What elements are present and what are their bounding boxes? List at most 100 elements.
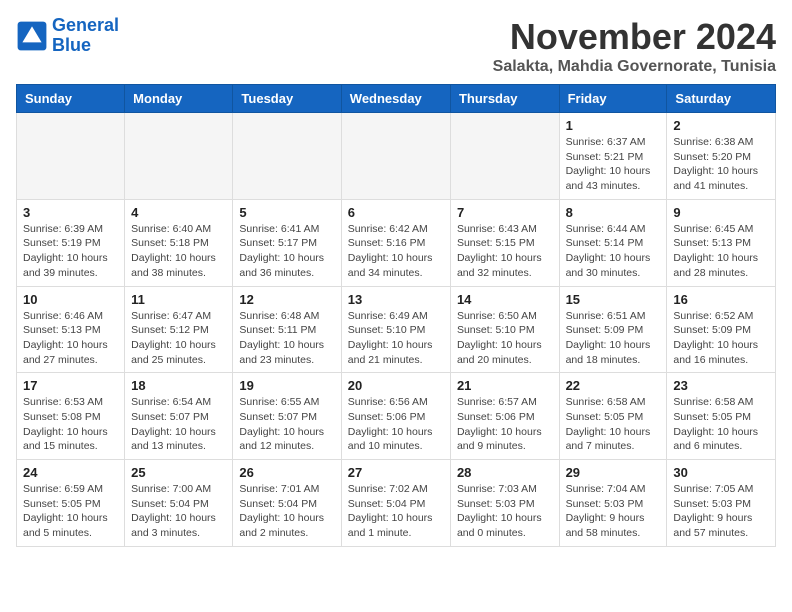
day-number: 7 <box>457 205 553 220</box>
day-number: 4 <box>131 205 226 220</box>
day-number: 10 <box>23 292 118 307</box>
week-row-5: 24Sunrise: 6:59 AM Sunset: 5:05 PM Dayli… <box>17 460 776 547</box>
day-number: 17 <box>23 378 118 393</box>
header-monday: Monday <box>125 85 233 113</box>
week-row-2: 3 Sunrise: 6:39 AM Sunset: 5:19 PM Daylig… <box>17 199 776 286</box>
day-detail: Sunrise: 6:39 AM Sunset: 5:19 PM Dayligh… <box>23 222 118 281</box>
day-number: 6 <box>348 205 444 220</box>
calendar-cell: 18 Sunrise: 6:54 AM Sunset: 5:07 PM Dayli… <box>125 373 233 460</box>
header-saturday: Saturday <box>667 85 776 113</box>
calendar-cell: 24Sunrise: 6:59 AM Sunset: 5:05 PM Dayli… <box>17 460 125 547</box>
day-number: 26 <box>239 465 334 480</box>
day-number: 3 <box>23 205 118 220</box>
day-detail: Sunrise: 6:57 AM Sunset: 5:06 PM Dayligh… <box>457 395 553 454</box>
day-detail: Sunrise: 6:41 AM Sunset: 5:17 PM Dayligh… <box>239 222 334 281</box>
logo-line1: General <box>52 15 119 35</box>
calendar-cell: 3 Sunrise: 6:39 AM Sunset: 5:19 PM Daylig… <box>17 199 125 286</box>
calendar-cell <box>125 113 233 200</box>
day-number: 19 <box>239 378 334 393</box>
calendar-cell: 10 Sunrise: 6:46 AM Sunset: 5:13 PM Dayli… <box>17 286 125 373</box>
day-detail: Sunrise: 6:58 AM Sunset: 5:05 PM Dayligh… <box>673 395 769 454</box>
day-number: 8 <box>566 205 661 220</box>
day-number: 28 <box>457 465 553 480</box>
day-detail: Sunrise: 6:43 AM Sunset: 5:15 PM Dayligh… <box>457 222 553 281</box>
calendar-cell: 20Sunrise: 6:56 AM Sunset: 5:06 PM Dayli… <box>341 373 450 460</box>
calendar-cell: 27 Sunrise: 7:02 AM Sunset: 5:04 PM Dayli… <box>341 460 450 547</box>
day-number: 5 <box>239 205 334 220</box>
day-number: 13 <box>348 292 444 307</box>
calendar-cell: 12 Sunrise: 6:48 AM Sunset: 5:11 PM Dayli… <box>233 286 341 373</box>
day-detail: Sunrise: 6:42 AM Sunset: 5:16 PM Dayligh… <box>348 222 444 281</box>
day-number: 12 <box>239 292 334 307</box>
calendar-cell: 25Sunrise: 7:00 AM Sunset: 5:04 PM Dayli… <box>125 460 233 547</box>
location-subtitle: Salakta, Mahdia Governorate, Tunisia <box>493 58 776 76</box>
day-detail: Sunrise: 6:40 AM Sunset: 5:18 PM Dayligh… <box>131 222 226 281</box>
day-detail: Sunrise: 6:58 AM Sunset: 5:05 PM Dayligh… <box>566 395 661 454</box>
day-detail: Sunrise: 7:04 AM Sunset: 5:03 PM Dayligh… <box>566 482 661 541</box>
day-detail: Sunrise: 6:45 AM Sunset: 5:13 PM Dayligh… <box>673 222 769 281</box>
calendar-cell: 22 Sunrise: 6:58 AM Sunset: 5:05 PM Dayli… <box>559 373 667 460</box>
day-detail: Sunrise: 6:52 AM Sunset: 5:09 PM Dayligh… <box>673 309 769 368</box>
calendar-cell: 2 Sunrise: 6:38 AM Sunset: 5:20 PM Daylig… <box>667 113 776 200</box>
day-number: 22 <box>566 378 661 393</box>
day-detail: Sunrise: 6:56 AM Sunset: 5:06 PM Dayligh… <box>348 395 444 454</box>
day-detail: Sunrise: 7:05 AM Sunset: 5:03 PM Dayligh… <box>673 482 769 541</box>
day-detail: Sunrise: 6:48 AM Sunset: 5:11 PM Dayligh… <box>239 309 334 368</box>
calendar-cell <box>233 113 341 200</box>
header-thursday: Thursday <box>450 85 559 113</box>
day-detail: Sunrise: 6:53 AM Sunset: 5:08 PM Dayligh… <box>23 395 118 454</box>
day-number: 9 <box>673 205 769 220</box>
calendar-cell: 23 Sunrise: 6:58 AM Sunset: 5:05 PM Dayli… <box>667 373 776 460</box>
day-number: 1 <box>566 118 661 133</box>
calendar-cell: 29 Sunrise: 7:04 AM Sunset: 5:03 PM Dayli… <box>559 460 667 547</box>
day-number: 14 <box>457 292 553 307</box>
day-number: 27 <box>348 465 444 480</box>
calendar-cell: 4 Sunrise: 6:40 AM Sunset: 5:18 PM Daylig… <box>125 199 233 286</box>
calendar-cell: 6 Sunrise: 6:42 AM Sunset: 5:16 PM Daylig… <box>341 199 450 286</box>
calendar-cell: 8Sunrise: 6:44 AM Sunset: 5:14 PM Daylig… <box>559 199 667 286</box>
header-wednesday: Wednesday <box>341 85 450 113</box>
calendar-cell: 9 Sunrise: 6:45 AM Sunset: 5:13 PM Daylig… <box>667 199 776 286</box>
calendar-header-row: SundayMondayTuesdayWednesdayThursdayFrid… <box>17 85 776 113</box>
calendar-cell: 17 Sunrise: 6:53 AM Sunset: 5:08 PM Dayli… <box>17 373 125 460</box>
logo-text: General Blue <box>52 16 119 56</box>
calendar-table: SundayMondayTuesdayWednesdayThursdayFrid… <box>16 84 776 547</box>
logo-icon <box>16 20 48 52</box>
day-detail: Sunrise: 7:02 AM Sunset: 5:04 PM Dayligh… <box>348 482 444 541</box>
day-number: 2 <box>673 118 769 133</box>
week-row-4: 17 Sunrise: 6:53 AM Sunset: 5:08 PM Dayli… <box>17 373 776 460</box>
day-detail: Sunrise: 7:03 AM Sunset: 5:03 PM Dayligh… <box>457 482 553 541</box>
calendar-cell: 30 Sunrise: 7:05 AM Sunset: 5:03 PM Dayli… <box>667 460 776 547</box>
calendar-cell: 13Sunrise: 6:49 AM Sunset: 5:10 PM Dayli… <box>341 286 450 373</box>
day-number: 21 <box>457 378 553 393</box>
calendar-cell <box>17 113 125 200</box>
day-number: 11 <box>131 292 226 307</box>
day-number: 23 <box>673 378 769 393</box>
day-number: 30 <box>673 465 769 480</box>
day-number: 25 <box>131 465 226 480</box>
month-title: November 2024 <box>493 16 776 58</box>
day-detail: Sunrise: 6:38 AM Sunset: 5:20 PM Dayligh… <box>673 135 769 194</box>
calendar-cell: 15Sunrise: 6:51 AM Sunset: 5:09 PM Dayli… <box>559 286 667 373</box>
calendar-cell <box>341 113 450 200</box>
header-friday: Friday <box>559 85 667 113</box>
day-detail: Sunrise: 6:54 AM Sunset: 5:07 PM Dayligh… <box>131 395 226 454</box>
day-number: 18 <box>131 378 226 393</box>
day-detail: Sunrise: 6:51 AM Sunset: 5:09 PM Dayligh… <box>566 309 661 368</box>
calendar-cell: 28 Sunrise: 7:03 AM Sunset: 5:03 PM Dayli… <box>450 460 559 547</box>
day-detail: Sunrise: 6:46 AM Sunset: 5:13 PM Dayligh… <box>23 309 118 368</box>
page-header: General Blue November 2024 Salakta, Mahd… <box>16 16 776 76</box>
calendar-cell: 7 Sunrise: 6:43 AM Sunset: 5:15 PM Daylig… <box>450 199 559 286</box>
header-sunday: Sunday <box>17 85 125 113</box>
day-number: 24 <box>23 465 118 480</box>
day-number: 29 <box>566 465 661 480</box>
week-row-3: 10 Sunrise: 6:46 AM Sunset: 5:13 PM Dayli… <box>17 286 776 373</box>
calendar-cell: 16Sunrise: 6:52 AM Sunset: 5:09 PM Dayli… <box>667 286 776 373</box>
header-tuesday: Tuesday <box>233 85 341 113</box>
calendar-cell: 5 Sunrise: 6:41 AM Sunset: 5:17 PM Daylig… <box>233 199 341 286</box>
calendar-cell: 11Sunrise: 6:47 AM Sunset: 5:12 PM Dayli… <box>125 286 233 373</box>
logo: General Blue <box>16 16 119 56</box>
day-detail: Sunrise: 6:55 AM Sunset: 5:07 PM Dayligh… <box>239 395 334 454</box>
calendar-cell: 21 Sunrise: 6:57 AM Sunset: 5:06 PM Dayli… <box>450 373 559 460</box>
calendar-cell <box>450 113 559 200</box>
